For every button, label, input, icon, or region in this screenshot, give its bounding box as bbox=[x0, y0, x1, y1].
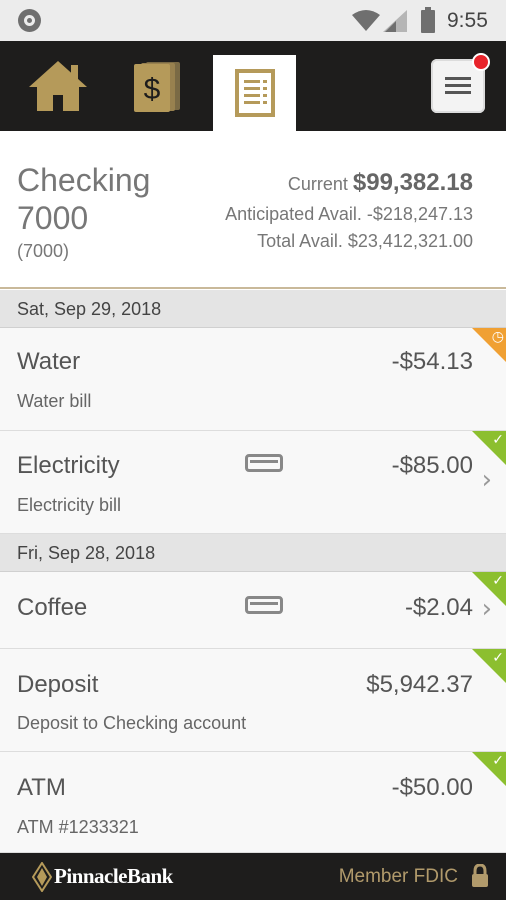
status-bar: 9:55 bbox=[0, 0, 506, 41]
transaction-name: Electricity bbox=[17, 452, 120, 479]
transaction-row[interactable]: Deposit Deposit to Checking account $5,9… bbox=[0, 649, 506, 752]
account-header: Checking 7000 (7000) Current $99,382.18 … bbox=[0, 131, 506, 289]
tab-transactions[interactable] bbox=[213, 55, 296, 131]
transaction-name: Deposit bbox=[17, 671, 99, 698]
transaction-amount: -$50.00 bbox=[391, 774, 473, 801]
transaction-row[interactable]: ATM ATM #1233321 -$50.00 ✓ bbox=[0, 752, 506, 853]
transaction-row[interactable]: Water Water bill -$54.13 ◷ bbox=[0, 328, 506, 431]
tab-home[interactable] bbox=[20, 41, 96, 131]
status-time: 9:55 bbox=[447, 9, 488, 32]
menu-button[interactable] bbox=[428, 41, 490, 131]
account-name: Checking 7000 bbox=[17, 162, 151, 236]
transaction-amount: -$85.00 bbox=[391, 452, 473, 479]
transaction-name: Water bbox=[17, 348, 81, 375]
transaction-description: Deposit to Checking account bbox=[17, 713, 247, 733]
transaction-name: ATM bbox=[17, 774, 66, 801]
nav-bar: $ bbox=[0, 41, 506, 131]
check-icon: ✓ bbox=[492, 572, 504, 588]
notification-badge bbox=[472, 53, 490, 71]
document-icon bbox=[234, 69, 275, 117]
tab-money[interactable]: $ bbox=[118, 41, 196, 131]
menu-icon bbox=[445, 77, 471, 94]
brand-name: PinnacleBank bbox=[54, 864, 173, 888]
pinnacle-logo-icon bbox=[32, 862, 52, 892]
current-balance: Current $99,382.18 bbox=[288, 169, 473, 197]
current-balance-value: $99,382.18 bbox=[352, 169, 473, 196]
check-icon: ✓ bbox=[492, 649, 504, 665]
current-balance-label: Current bbox=[287, 174, 348, 194]
record-icon bbox=[18, 9, 41, 32]
footer: PinnacleBank Member FDIC bbox=[0, 853, 506, 900]
wifi-icon bbox=[352, 10, 380, 31]
transaction-description: Electricity bill bbox=[17, 495, 122, 515]
transaction-amount: -$2.04 bbox=[404, 594, 473, 621]
transaction-row[interactable]: Electricity Electricity bill -$85.00 › ✓ bbox=[0, 431, 506, 534]
dollar-icon: $ bbox=[134, 62, 180, 112]
anticipated-balance: Anticipated Avail. -$218,247.13 bbox=[225, 204, 473, 224]
check-icon: ✓ bbox=[492, 752, 504, 768]
transaction-row[interactable]: Coffee -$2.04 › ✓ bbox=[0, 572, 506, 649]
card-icon bbox=[245, 596, 283, 614]
card-icon bbox=[245, 454, 283, 472]
transaction-amount: $5,942.37 bbox=[366, 671, 473, 698]
signal-icon bbox=[383, 10, 407, 32]
lock-icon bbox=[472, 864, 488, 887]
date-header: Fri, Sep 28, 2018 bbox=[0, 534, 506, 572]
transaction-amount: -$54.13 bbox=[391, 348, 473, 375]
chevron-right-icon[interactable]: › bbox=[482, 465, 492, 495]
clock-icon: ◷ bbox=[491, 328, 504, 344]
fdic-label: Member FDIC bbox=[338, 866, 458, 887]
svg-text:$: $ bbox=[144, 73, 161, 106]
battery-icon bbox=[421, 7, 435, 33]
check-icon: ✓ bbox=[492, 431, 504, 447]
account-number: (7000) bbox=[17, 241, 70, 261]
total-balance: Total Avail. $23,412,321.00 bbox=[257, 231, 473, 251]
home-icon bbox=[29, 61, 87, 111]
transaction-name: Coffee bbox=[17, 594, 88, 621]
transaction-description: ATM #1233321 bbox=[17, 817, 139, 837]
date-header: Sat, Sep 29, 2018 bbox=[0, 290, 506, 328]
transaction-description: Water bill bbox=[17, 391, 92, 411]
